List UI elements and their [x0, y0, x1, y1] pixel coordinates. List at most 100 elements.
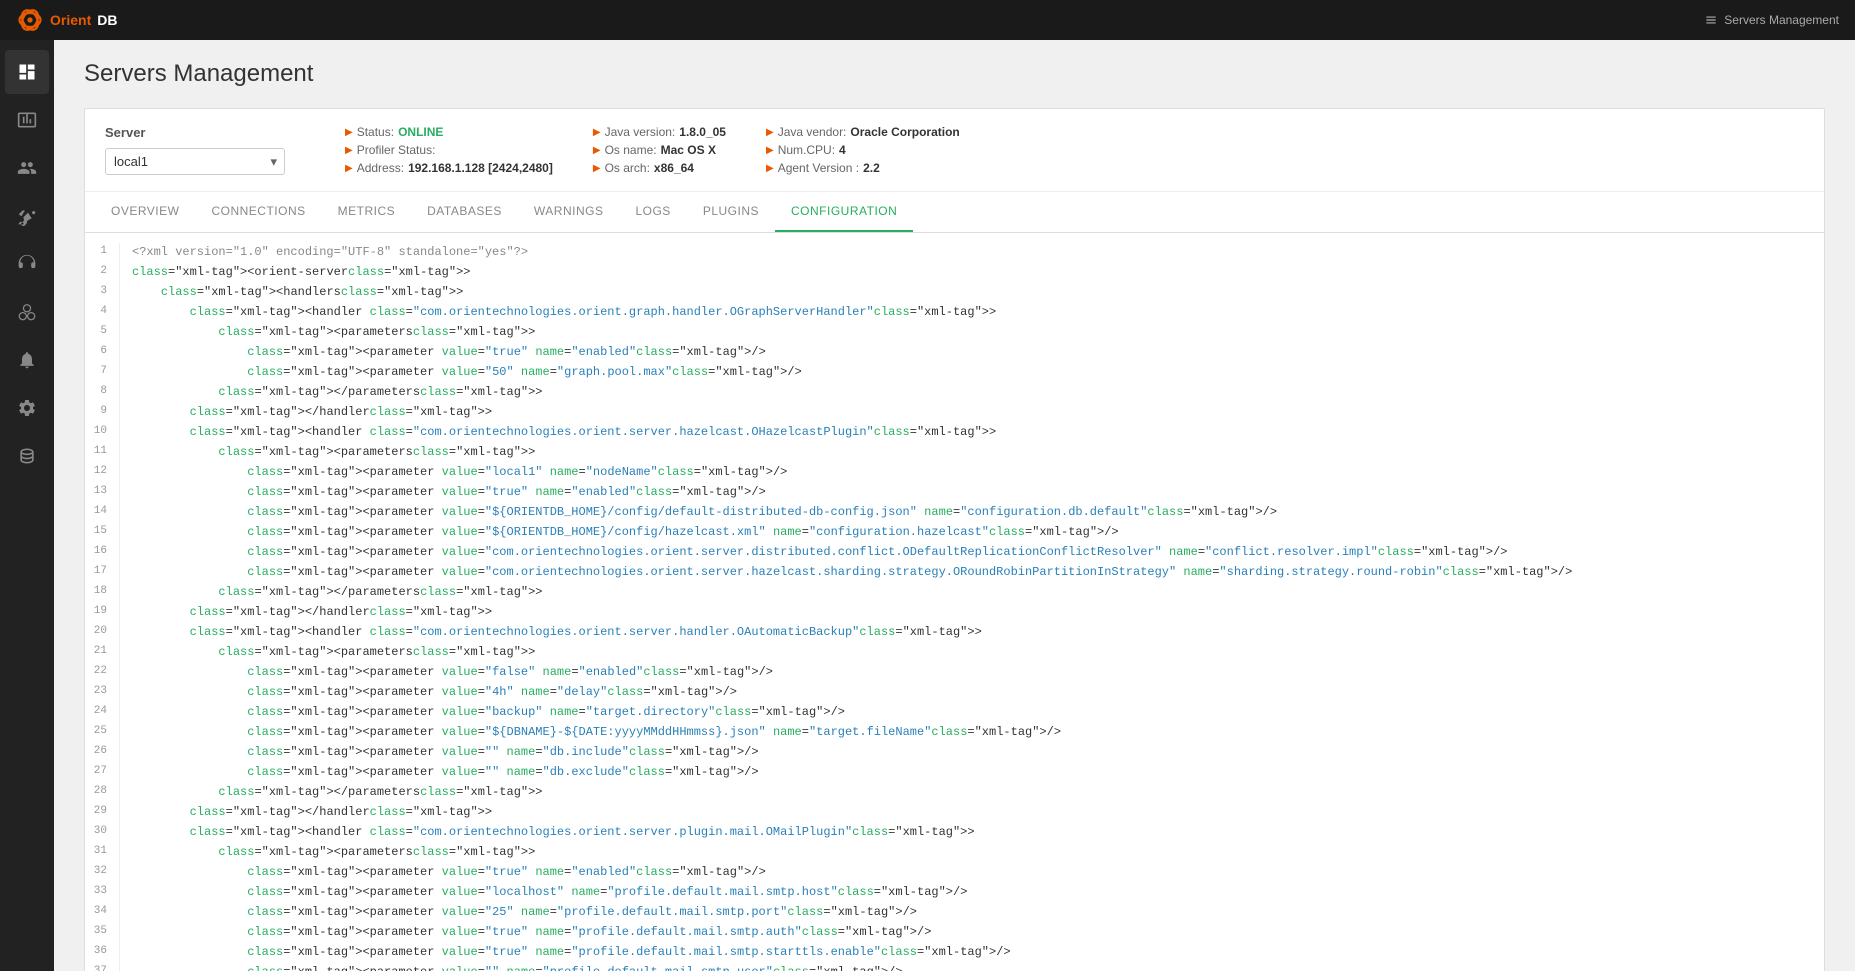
line-content: class="xml-tag"><parameter value="${ORIE… — [132, 503, 1277, 523]
line-content: class="xml-tag"><parameter value="${DBNA… — [132, 723, 1061, 743]
sidebar-item-settings[interactable] — [5, 386, 49, 430]
code-line: 35 class="xml-tag"><parameter value="tru… — [85, 923, 1824, 943]
address-arrow: ▶ — [345, 163, 353, 174]
line-content: class="xml-tag"><parameter value="true" … — [132, 483, 766, 503]
os-name-arrow: ▶ — [593, 145, 601, 156]
line-number: 6 — [85, 343, 120, 363]
sidebar-item-users[interactable] — [5, 146, 49, 190]
line-content: class="xml-tag"><orient-serverclass="xml… — [132, 263, 470, 283]
os-name-row: ▶ Os name: Mac OS X — [593, 143, 726, 157]
java-version-row: ▶ Java version: 1.8.0_05 — [593, 125, 726, 139]
line-number: 21 — [85, 643, 120, 663]
sidebar-item-dashboard[interactable] — [5, 50, 49, 94]
sidebar-item-network[interactable] — [5, 290, 49, 334]
code-line: 31 class="xml-tag"><parametersclass="xml… — [85, 843, 1824, 863]
tab-databases[interactable]: DATABASES — [411, 192, 518, 232]
code-line: 11 class="xml-tag"><parametersclass="xml… — [85, 443, 1824, 463]
sidebar-item-monitor[interactable] — [5, 98, 49, 142]
tab-configuration[interactable]: CONFIGURATION — [775, 192, 913, 232]
status-label: Status: — [357, 125, 394, 139]
sidebar-item-deploy[interactable] — [5, 194, 49, 238]
line-content: class="xml-tag"><handlersclass="xml-tag"… — [132, 283, 463, 303]
server-select-wrapper[interactable]: local1 — [105, 148, 285, 175]
code-line: 4 class="xml-tag"><handler class="com.or… — [85, 303, 1824, 323]
navbar-right: Servers Management — [1704, 13, 1839, 27]
server-icon — [1704, 13, 1718, 27]
dashboard-icon — [17, 62, 37, 82]
nav-right-label: Servers Management — [1724, 13, 1839, 27]
page-title: Servers Management — [84, 60, 1825, 88]
code-area: 1<?xml version="1.0" encoding="UTF-8" st… — [85, 233, 1824, 971]
code-line: 13 class="xml-tag"><parameter value="tru… — [85, 483, 1824, 503]
users-icon — [17, 158, 37, 178]
line-content: class="xml-tag"></parametersclass="xml-t… — [132, 783, 543, 803]
code-line: 2 class="xml-tag"><orient-serverclass="xm… — [85, 263, 1824, 283]
line-number: 23 — [85, 683, 120, 703]
code-line: 19 class="xml-tag"></handlerclass="xml-t… — [85, 603, 1824, 623]
line-content: class="xml-tag"><parameter value="localh… — [132, 883, 967, 903]
code-line: 18 class="xml-tag"></parametersclass="xm… — [85, 583, 1824, 603]
num-cpu-arrow: ▶ — [766, 145, 774, 156]
line-content: class="xml-tag"><handler class="com.orie… — [132, 303, 996, 323]
server-select[interactable]: local1 — [105, 148, 285, 175]
java-vendor-value: Oracle Corporation — [850, 125, 959, 139]
code-line: 3 class="xml-tag"><handlersclass="xml-ta… — [85, 283, 1824, 303]
sidebar-item-support[interactable] — [5, 242, 49, 286]
code-line: 14 class="xml-tag"><parameter value="${O… — [85, 503, 1824, 523]
code-line: 17 class="xml-tag"><parameter value="com… — [85, 563, 1824, 583]
status-address-col: ▶ Status: ONLINE ▶ Profiler Status: ▶ Ad… — [345, 125, 553, 175]
line-number: 31 — [85, 843, 120, 863]
server-panel: Server local1 ▶ Status: ONLINE — [84, 108, 1825, 971]
line-content: class="xml-tag"><handler class="com.orie… — [132, 623, 982, 643]
num-cpu-label: Num.CPU: — [778, 143, 835, 157]
line-number: 12 — [85, 463, 120, 483]
code-line: 26 class="xml-tag"><parameter value="" n… — [85, 743, 1824, 763]
line-number: 2 — [85, 263, 120, 283]
line-number: 20 — [85, 623, 120, 643]
tab-metrics[interactable]: METRICS — [322, 192, 412, 232]
network-icon — [17, 302, 37, 322]
sidebar — [0, 40, 54, 971]
line-content: class="xml-tag"><parameter value="backup… — [132, 703, 845, 723]
headset-icon — [17, 254, 37, 274]
code-line: 29 class="xml-tag"></handlerclass="xml-t… — [85, 803, 1824, 823]
server-selector-col: Server local1 — [105, 125, 305, 175]
tabs-bar: OVERVIEW CONNECTIONS METRICS DATABASES W… — [85, 192, 1824, 233]
line-content: class="xml-tag"><parameter value="com.or… — [132, 543, 1508, 563]
line-content: class="xml-tag"><parameter value="" name… — [132, 743, 759, 763]
line-content: class="xml-tag"><parameter value="true" … — [132, 943, 1011, 963]
monitor-icon — [17, 110, 37, 130]
line-number: 25 — [85, 723, 120, 743]
profiler-label: Profiler Status: — [357, 143, 436, 157]
tab-connections[interactable]: CONNECTIONS — [195, 192, 321, 232]
agent-version-row: ▶ Agent Version : 2.2 — [766, 161, 960, 175]
code-line: 21 class="xml-tag"><parametersclass="xml… — [85, 643, 1824, 663]
code-line: 7 class="xml-tag"><parameter value="50" … — [85, 363, 1824, 383]
line-content: class="xml-tag"><parameter value="" name… — [132, 763, 759, 783]
line-number: 36 — [85, 943, 120, 963]
sidebar-item-notifications[interactable] — [5, 338, 49, 382]
line-number: 14 — [85, 503, 120, 523]
code-line: 36 class="xml-tag"><parameter value="tru… — [85, 943, 1824, 963]
status-value: ONLINE — [398, 125, 443, 139]
java-os-col: ▶ Java version: 1.8.0_05 ▶ Os name: Mac … — [593, 125, 726, 175]
num-cpu-value: 4 — [839, 143, 846, 157]
line-number: 15 — [85, 523, 120, 543]
address-label: Address: — [357, 161, 404, 175]
os-arch-value: x86_64 — [654, 161, 694, 175]
code-line: 33 class="xml-tag"><parameter value="loc… — [85, 883, 1824, 903]
java-vendor-arrow: ▶ — [766, 127, 774, 138]
line-content: class="xml-tag"><parameter value="true" … — [132, 863, 766, 883]
line-number: 35 — [85, 923, 120, 943]
tab-logs[interactable]: LOGS — [619, 192, 686, 232]
line-content: class="xml-tag"></handlerclass="xml-tag"… — [132, 403, 492, 423]
tab-warnings[interactable]: WARNINGS — [518, 192, 620, 232]
code-line: 28 class="xml-tag"></parametersclass="xm… — [85, 783, 1824, 803]
sidebar-item-database[interactable] — [5, 434, 49, 478]
tab-plugins[interactable]: PLUGINS — [687, 192, 775, 232]
tab-overview[interactable]: OVERVIEW — [95, 192, 195, 232]
line-number: 19 — [85, 603, 120, 623]
line-number: 1 — [85, 243, 120, 263]
java-version-value: 1.8.0_05 — [679, 125, 726, 139]
server-info-row: Server local1 ▶ Status: ONLINE — [85, 109, 1824, 192]
